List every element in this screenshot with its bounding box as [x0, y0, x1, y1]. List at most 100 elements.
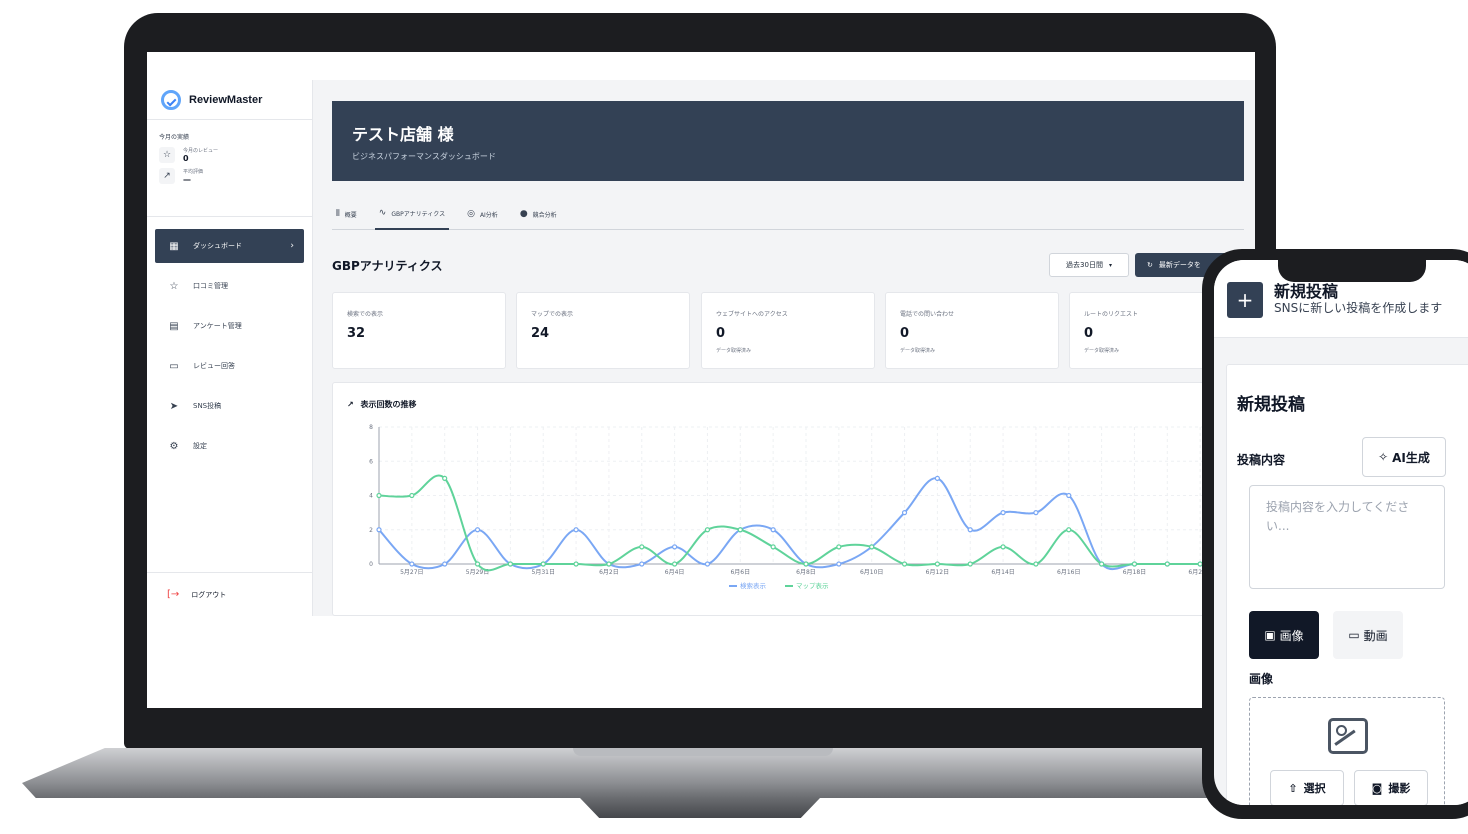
card-title: 新規投稿: [1237, 395, 1305, 415]
data-point: [704, 527, 711, 533]
image-placeholder-icon: [1328, 718, 1368, 754]
sidebar-item-sns[interactable]: ➤ SNS投稿: [155, 389, 304, 423]
sidebar: ReviewMaster 今月の実績 ☆ 今月のレビュー 0 ↗ 平均評価 —: [147, 80, 313, 616]
data-point: [573, 527, 579, 533]
data-point: [1000, 510, 1006, 516]
x-tick-label: 6月4日: [665, 569, 685, 576]
brand-name: ReviewMaster: [189, 93, 263, 106]
date-range-select[interactable]: 過去30日間 ▾: [1049, 253, 1129, 277]
upload-icon: ⇧: [1288, 781, 1298, 795]
metric-label: ウェブサイトへのアクセス: [716, 311, 788, 318]
header-banner: テスト店舗 様 ビジネスパフォーマンスダッシュボード: [332, 101, 1244, 181]
y-tick-label: 6: [369, 458, 373, 465]
image-icon: ▣: [1264, 628, 1276, 642]
sidebar-item-label: ダッシュボード: [193, 242, 242, 250]
camera-icon: ◙: [1371, 781, 1383, 795]
x-tick-label: 6月14日: [991, 569, 1014, 576]
data-point: [639, 544, 645, 550]
x-tick-label: 6月2日: [599, 569, 619, 576]
logout-button[interactable]: [→ ログアウト: [147, 572, 312, 616]
stat-label: 今月のレビュー: [183, 148, 219, 154]
metric-card-calls: 電話での問い合わせ 0 データ取得済み: [885, 292, 1059, 369]
tab-overview[interactable]: ⫴ 概要: [332, 198, 361, 230]
metric-note: データ取得済み: [716, 348, 752, 354]
ai-generate-button[interactable]: ✧ AI生成: [1362, 437, 1446, 477]
laptop-notch: [573, 748, 833, 756]
tab-label: GBPアナリティクス: [391, 210, 446, 218]
data-point: [1066, 492, 1072, 499]
tab-gbp-analytics[interactable]: ∿ GBPアナリティクス: [374, 198, 450, 230]
page-title: テスト店舗 様: [352, 125, 454, 144]
phone-header-subtitle: SNSに新しい投稿を作成します: [1274, 301, 1443, 315]
data-point: [474, 527, 481, 533]
y-tick-label: 0: [369, 561, 373, 568]
content-label: 投稿内容: [1237, 453, 1286, 467]
legend-label: マップ表示: [796, 581, 829, 590]
metric-value: 32: [347, 326, 366, 341]
data-point: [1164, 561, 1170, 567]
tab-competitor-analysis[interactable]: ● 競合分析: [516, 198, 561, 230]
y-tick-label: 4: [369, 493, 373, 500]
range-value: 過去30日間: [1066, 261, 1103, 269]
data-point: [1033, 510, 1039, 516]
brand[interactable]: ReviewMaster: [147, 80, 312, 120]
star-icon: ☆: [159, 147, 175, 163]
video-tab-button[interactable]: ▭ 動画: [1333, 611, 1403, 659]
data-point: [442, 561, 448, 567]
impressions-chart-card: ↗ 表示回数の推移 0 2 4 6 8 5月27日 5月29日 5月31日 6月2日 6月4日 6月…: [332, 382, 1244, 616]
sparkle-icon: ✧: [1378, 450, 1389, 464]
image-tab-button[interactable]: ▣ 画像: [1249, 611, 1319, 659]
stats-title: 今月の実績: [159, 134, 190, 141]
sidebar-item-surveys[interactable]: ▤ アンケート管理: [155, 309, 304, 343]
post-content-textarea[interactable]: 投稿内容を入力してください...: [1249, 485, 1445, 589]
tab-bar: ⫴ 概要 ∿ GBPアナリティクス ◎ AI分析 ● 競合分析: [332, 198, 1244, 230]
data-point: [409, 492, 415, 499]
data-point: [901, 561, 908, 567]
star-icon: ☆: [169, 280, 179, 292]
metric-note: データ取得済み: [900, 348, 936, 354]
data-point: [803, 561, 809, 567]
metric-card-map: マップでの表示 24: [516, 292, 690, 369]
data-point: [376, 527, 382, 533]
gear-icon: ⚙: [169, 440, 179, 452]
x-tick-label: 6月18日: [1123, 569, 1146, 576]
tab-ai-analysis[interactable]: ◎ AI分析: [463, 198, 502, 230]
metric-card-search: 検索での表示 32: [332, 292, 506, 369]
chevron-right-icon: ›: [290, 241, 294, 251]
data-point: [770, 527, 776, 533]
sidebar-item-reviews[interactable]: ☆ 口コミ管理: [155, 269, 304, 303]
tab-label: AI分析: [479, 211, 498, 219]
data-point: [704, 561, 711, 567]
sidebar-item-label: 設定: [193, 442, 207, 450]
plus-icon[interactable]: +: [1227, 282, 1263, 318]
data-point: [1066, 527, 1072, 533]
data-point: [606, 561, 612, 567]
main-content: テスト店舗 様 ビジネスパフォーマンスダッシュボード ⫴ 概要 ∿ GBPアナリ…: [313, 80, 1255, 616]
image-dropzone[interactable]: ⇧ 選択 ◙ 撮影: [1249, 697, 1445, 805]
activity-icon: ∿: [378, 208, 387, 218]
data-point: [540, 561, 546, 567]
x-tick-label: 5月31日: [532, 569, 555, 576]
shoot-button[interactable]: ◙ 撮影: [1354, 770, 1428, 805]
refresh-label: 最新データを: [1158, 261, 1201, 269]
tab-label: 概要: [344, 211, 357, 219]
legend-label: 検索表示: [740, 581, 767, 590]
metric-card-website: ウェブサイトへのアクセス 0 データ取得済み: [701, 292, 875, 369]
sidebar-item-review-replies[interactable]: ▭ レビュー回答: [155, 349, 304, 383]
data-point: [967, 527, 973, 533]
sidebar-item-dashboard[interactable]: ▦ ダッシュボード ›: [155, 229, 304, 263]
phone-screen: + 新規投稿 SNSに新しい投稿を作成します 新規投稿 投稿内容 ✧ AI生成 …: [1214, 260, 1468, 805]
data-point: [901, 510, 908, 516]
metric-value: 0: [716, 326, 726, 341]
y-tick-label: 2: [369, 527, 373, 534]
logout-icon: [→: [167, 589, 180, 600]
select-button[interactable]: ⇧ 選択: [1270, 770, 1344, 805]
page-subtitle: ビジネスパフォーマンスダッシュボード: [352, 152, 496, 161]
circle-icon: ●: [519, 209, 528, 219]
sidebar-item-settings[interactable]: ⚙ 設定: [155, 429, 304, 463]
stat-reviews: ☆ 今月のレビュー 0: [159, 147, 300, 163]
data-point: [934, 561, 940, 567]
phone-notch: [1278, 256, 1426, 282]
sidebar-item-label: レビュー回答: [193, 362, 235, 370]
monthly-stats: 今月の実績 ☆ 今月のレビュー 0 ↗ 平均評価 —: [147, 120, 312, 217]
